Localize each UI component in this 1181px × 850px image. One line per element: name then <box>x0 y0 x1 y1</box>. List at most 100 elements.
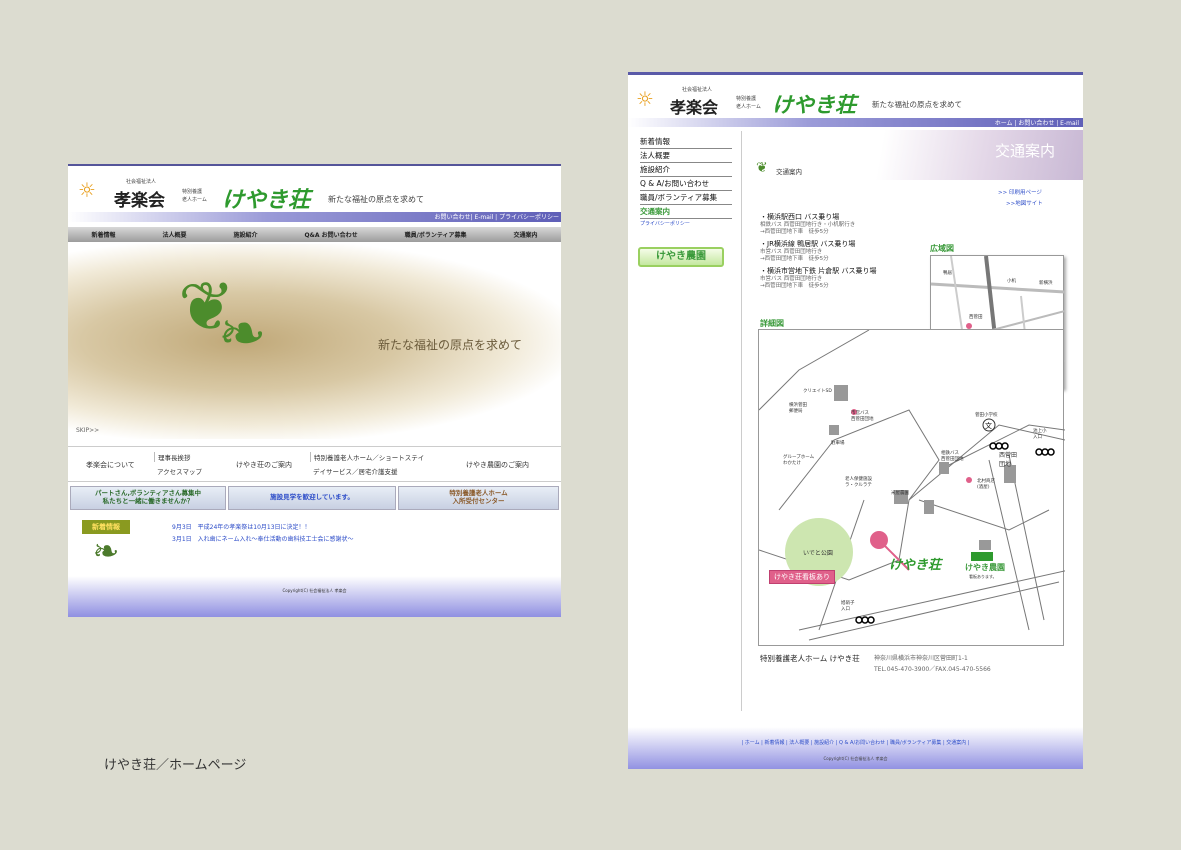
menu-recruit[interactable]: 職員/ボランティア募集 <box>640 191 732 205</box>
skip-link[interactable]: SKIP>> <box>76 427 99 434</box>
banner-row: パートさん,ボランティアさん募集中 私たちと一緒に働きませんか？ 施設見学を歓迎… <box>70 486 559 510</box>
farm-button[interactable]: けやき農園 <box>638 247 724 267</box>
utility-links[interactable]: お問い合わせ| E-mail | プライバシーポリシー <box>435 214 559 221</box>
menu-qa[interactable]: Q & A/お問い合わせ <box>640 177 732 191</box>
address: 神奈川県横浜市神奈川区菅田町1-1 <box>874 655 968 662</box>
quick-links: 孝楽会について 理事長挨拶 アクセスマップ けやき荘のご案内 特別養護老人ホーム… <box>68 446 561 482</box>
stop-title: ・横浜市営地下鉄 片倉駅 バス乗り場 <box>760 267 877 275</box>
copyright: Copyright(C) 社会福祉法人 孝楽会 <box>823 756 888 761</box>
wide-map-label: 広域図 <box>930 244 954 253</box>
org-type-label: 社会福祉法人 <box>126 179 157 185</box>
address-name: 特別養護老人ホーム けやき荘 <box>760 654 860 663</box>
utility-links[interactable]: ホーム | お問い合わせ | E-mail <box>995 120 1079 127</box>
side-menu: 新着情報 法人概要 施設紹介 Q & A/お問い合わせ 職員/ボランティア募集 … <box>640 135 732 219</box>
link-keyaki[interactable]: けやき荘のご案内 <box>236 460 292 470</box>
footer: Copyright(C) 社会福祉法人 孝楽会 <box>68 576 561 617</box>
header: ☼ 社会福祉法人 孝楽会 特別養護 老人ホーム けやき荘 新たな福祉の原点を求め… <box>634 83 1074 117</box>
link-greeting[interactable]: 理事長挨拶 <box>154 452 191 462</box>
stop-detail: 市営バス 西菅田団地行き <box>760 276 823 282</box>
nav-facilities[interactable]: 施設紹介 <box>234 230 258 239</box>
recruit-banner[interactable]: パートさん,ボランティアさん募集中 私たちと一緒に働きませんか？ <box>70 486 226 510</box>
keyaki-map-marker: けやき荘 <box>889 558 942 573</box>
link-about[interactable]: 孝楽会について <box>86 460 135 470</box>
menu-access[interactable]: 交通案内 <box>640 205 732 219</box>
top-utility-bar: お問い合わせ| E-mail | プライバシーポリシー <box>68 212 561 222</box>
detail-map-roads: 文 <box>759 330 1065 641</box>
hero-image: ❦ ❧ 新たな福祉の原点を求めて SKIP>> <box>68 244 561 439</box>
nav-news[interactable]: 新着情報 <box>92 230 116 239</box>
facility-logo: けやき荘 <box>772 92 856 117</box>
menu-news[interactable]: 新着情報 <box>640 135 732 149</box>
map-label: 西菅田 <box>969 315 983 320</box>
main-nav: 新着情報 法人概要 施設紹介 Q&A お問い合わせ 職員/ボランティア募集 交通… <box>68 227 561 242</box>
privacy-link[interactable]: プライバシーポリシー <box>640 220 690 227</box>
map-label: いでと公園 <box>803 550 833 557</box>
access-page-screenshot: ☼ 社会福祉法人 孝楽会 特別養護 老人ホーム けやき荘 新たな福祉の原点を求め… <box>628 72 1083 769</box>
stop-item: ・JR横浜線 鴨居駅 バス乗り場 市営バス 西菅田団地行き →西菅田団地下車 徒… <box>760 240 928 263</box>
home-page-screenshot: ☼ 社会福祉法人 孝楽会 特別養護 老人ホーム けやき荘 新たな福祉の原点を求め… <box>68 164 561 617</box>
map-label: 市営バス 西菅田団地 <box>851 411 874 422</box>
news-item[interactable]: 3月1日 入れ歯にネーム入れ〜奉仕活動の歯科技工士会に感謝状〜 <box>172 534 353 546</box>
news-badge: 新着情報 ❧ <box>82 520 130 572</box>
map-label: クリエイトSD <box>803 389 832 394</box>
map-label: 北村商店 (酒屋) <box>977 479 995 490</box>
map-label: 新横浜 <box>1039 281 1053 286</box>
sun-logo-icon: ☼ <box>636 87 654 111</box>
nav-recruit[interactable]: 職員/ボランティア募集 <box>405 230 467 239</box>
bus-stops: ・横浜駅西口 バス乗り場 相鉄バス 西菅田団地行き・小机駅行き →西菅田団地下車… <box>760 213 928 290</box>
tagline: 新たな福祉の原点を求めて <box>328 195 424 204</box>
facility-type: 特別養護 老人ホーム <box>182 189 207 203</box>
map-label: 看板あります。 <box>969 574 997 579</box>
divider <box>741 131 742 711</box>
sun-logo-icon: ☼ <box>78 178 96 202</box>
map-label: 横浜菅田 郵便局 <box>789 403 807 414</box>
plant-leaves-icon: ❧ <box>218 299 267 367</box>
admission-banner[interactable]: 特別養護老人ホーム 入所受付センター <box>398 486 559 510</box>
link-services-2[interactable]: デイサービス／居宅介護支援 <box>313 466 398 476</box>
map-label: グループホーム わかたけ <box>783 455 815 466</box>
header: ☼ 社会福祉法人 孝楽会 特別養護 老人ホーム けやき荘 新たな福祉の原点を求め… <box>76 174 556 213</box>
stop-item: ・横浜駅西口 バス乗り場 相鉄バス 西菅田団地行き・小机駅行き →西菅田団地下車… <box>760 213 928 236</box>
title-banner: 交通案内 ❦ 交通案内 <box>746 130 1083 180</box>
leaf-icon: ❧ <box>92 532 120 570</box>
map-label: 駐車場 <box>831 441 845 446</box>
map-label: 小机 <box>1007 279 1016 284</box>
map-label: 米屋農園 <box>891 491 909 496</box>
svg-text:文: 文 <box>985 421 992 430</box>
map-site-link[interactable]: >>地図サイト <box>1006 199 1043 207</box>
news-item[interactable]: 9月3日 平成24年の孝楽祭は10月13日に決定！！ <box>172 522 353 534</box>
map-label: 西菅田 団地 <box>999 452 1018 468</box>
hero-tagline: 新たな福祉の原点を求めて <box>378 338 523 352</box>
facility-type: 特別養護 老人ホーム <box>736 96 761 110</box>
map-label: 相鉄バス 西菅田団地 <box>941 451 964 462</box>
copyright: Copyright(C) 社会福祉法人 孝楽会 <box>282 588 347 593</box>
map-label: 老人保健施設 ラ・クルラテ <box>845 477 872 488</box>
stop-detail: →西菅田団地下車 徒歩5分 <box>760 229 829 235</box>
footer: | ホーム | 新着情報 | 法人概要 | 施設紹介 | Q & A/お問い合わ… <box>628 727 1083 769</box>
footer-links[interactable]: | ホーム | 新着情報 | 法人概要 | 施設紹介 | Q & A/お問い合わ… <box>628 739 1083 746</box>
detail-map[interactable]: 文 クリエイトSD 横浜菅田 郵便局 市営バス 西菅田団地 駐車場 グループホー… <box>758 329 1065 646</box>
stop-title: ・JR横浜線 鴨居駅 バス乗り場 <box>760 240 856 248</box>
menu-facilities[interactable]: 施設紹介 <box>640 163 732 177</box>
caption: けやき荘／ホームページ <box>104 758 247 773</box>
link-farm[interactable]: けやき農園のご案内 <box>466 460 529 470</box>
map-label: 鴨居 <box>943 271 952 276</box>
page-title: 交通案内 <box>994 142 1055 160</box>
section-label: 交通案内 <box>776 168 802 176</box>
nav-access[interactable]: 交通案内 <box>513 230 537 239</box>
map-label: 旭硝子 入口 <box>841 601 855 612</box>
tour-banner[interactable]: 施設見学を歓迎しています。 <box>228 486 396 510</box>
menu-corporate[interactable]: 法人概要 <box>640 149 732 163</box>
facility-logo: けやき荘 <box>222 187 311 213</box>
tagline: 新たな福祉の原点を求めて <box>872 100 962 109</box>
link-services[interactable]: 特別養護老人ホーム／ショートステイ <box>310 452 424 462</box>
nav-qa[interactable]: Q&A お問い合わせ <box>305 230 358 239</box>
org-name: 孝楽会 <box>114 191 165 211</box>
tel: TEL.045-470-3900／FAX.045-470-5566 <box>874 666 991 673</box>
print-link[interactable]: >> 印刷用ページ <box>998 188 1042 196</box>
nav-corporate[interactable]: 法人概要 <box>163 230 187 239</box>
stop-detail: →西菅田団地下車 徒歩5分 <box>760 283 829 289</box>
farm-map-marker: けやき農園 <box>965 563 1005 572</box>
stop-detail: 相鉄バス 西菅田団地行き・小机駅行き <box>760 222 856 228</box>
link-access-map[interactable]: アクセスマップ <box>157 466 202 476</box>
